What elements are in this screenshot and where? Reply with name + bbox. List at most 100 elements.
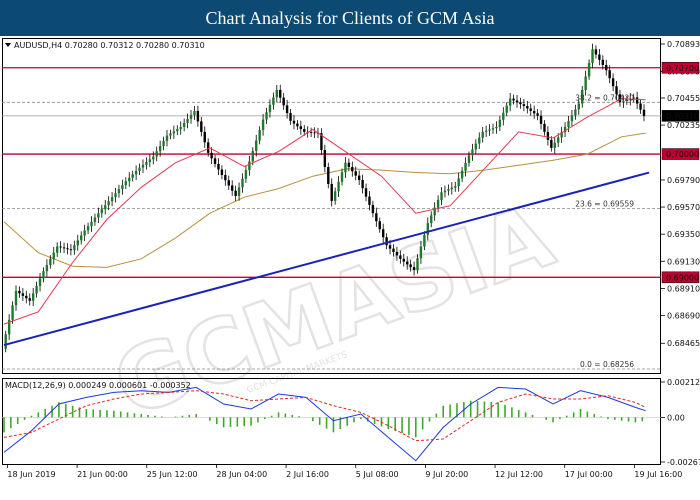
candle-body <box>213 158 217 164</box>
candle-body <box>227 180 230 186</box>
candle-body <box>158 146 162 152</box>
symbol-header: AUDUSD,H4 0.70280 0.70312 0.70280 0.7031… <box>14 41 205 50</box>
current-price-label-text: 0.70310 <box>666 112 699 121</box>
candle-body <box>182 122 186 127</box>
candle-body <box>392 248 395 253</box>
x-tick-label-9: 19 Jul 16:00 <box>634 470 682 479</box>
price-chart[interactable]: GCMASIA GCM CAPITAL MARKETS AUDUSD,H4 0.… <box>0 36 700 500</box>
candle-body <box>97 213 100 218</box>
candle-body <box>502 112 505 120</box>
candle-body <box>508 98 512 106</box>
candle-body <box>347 162 351 167</box>
level-label-2: 0.69000 <box>661 271 700 284</box>
macd-y-tick-label-1: 0.00 <box>667 413 685 422</box>
candle-body <box>402 258 405 262</box>
candle-body <box>484 130 488 132</box>
candle-body <box>608 70 611 79</box>
candle-body <box>574 109 577 116</box>
candle-body <box>409 264 412 268</box>
candle-body <box>639 103 642 110</box>
x-tick-label-3: 28 Jun 04:00 <box>216 470 267 479</box>
candle-body <box>388 245 392 249</box>
x-tick-label-6: 9 Jul 20:00 <box>425 470 468 479</box>
x-tick-label-7: 12 Jul 12:00 <box>495 470 543 479</box>
candle-body <box>128 177 131 182</box>
candle-body <box>86 226 90 231</box>
candle-body <box>505 105 508 113</box>
candle-body <box>488 129 491 131</box>
x-tick-label-1: 21 Jun 00:00 <box>77 470 128 479</box>
candle-body <box>255 140 258 151</box>
candle-body <box>224 175 227 181</box>
candle-body <box>378 221 381 230</box>
candle-body <box>210 152 213 159</box>
candle-body <box>550 139 553 148</box>
candle-body <box>344 162 347 173</box>
y-tick-label-2: 0.70455 <box>667 94 700 103</box>
candle-body <box>368 196 371 205</box>
candle-body <box>220 169 224 176</box>
x-tick-label-8: 17 Jul 00:00 <box>565 470 613 479</box>
candle-body <box>399 255 402 259</box>
candle-body <box>107 201 110 206</box>
candle-body <box>313 132 316 134</box>
candle-body <box>275 89 279 98</box>
candle-body <box>261 119 265 131</box>
fib-label-0: 38.2 = 0.70420 <box>575 93 634 102</box>
macd-y-tick-label-0: 0.002123 <box>667 378 700 387</box>
candle-body <box>45 264 49 272</box>
candle-body <box>601 59 605 66</box>
candle-body <box>203 131 206 143</box>
candle-body <box>570 115 574 122</box>
candle-body <box>309 132 313 133</box>
candle-body <box>296 123 299 127</box>
candle-body <box>124 181 128 186</box>
main-header: AUDUSD,H4 0.70280 0.70312 0.70280 0.7031… <box>5 41 205 50</box>
banner-title: Chart Analysis for Clients of GCM Asia <box>0 0 700 36</box>
candle-body <box>532 110 536 114</box>
candle-body <box>285 105 289 114</box>
candle-body <box>59 246 62 248</box>
candle-body <box>31 293 35 301</box>
candle-body <box>35 285 38 294</box>
macd-header: MACD(12,26,9) 0.000249 0.000601 -0.00035… <box>5 381 191 390</box>
y-tick-label-8: 0.68910 <box>667 284 700 293</box>
candle-body <box>546 131 550 140</box>
candle-body <box>471 149 474 156</box>
candle-body <box>265 112 268 120</box>
candle-body <box>131 174 134 178</box>
candle-body <box>268 104 272 113</box>
candle-body <box>567 121 570 127</box>
candle-body <box>515 100 519 103</box>
candle-body <box>55 246 59 253</box>
level-label-1: 0.70000 <box>661 148 700 160</box>
level-label-2-text: 0.69000 <box>666 273 699 282</box>
candle-body <box>498 119 502 127</box>
candle-body <box>121 185 124 190</box>
candle-body <box>577 103 580 110</box>
candle-body <box>18 290 21 294</box>
candle-body <box>460 170 464 179</box>
candle-body <box>90 221 93 227</box>
y-tick-label-9: 0.68690 <box>667 312 700 321</box>
candle-body <box>258 130 261 141</box>
candle-body <box>83 230 86 236</box>
candle-body <box>467 155 471 163</box>
candle-body <box>148 159 152 163</box>
candle-body <box>323 150 327 167</box>
candle-body <box>145 162 148 165</box>
candle-body <box>416 258 419 270</box>
candle-body <box>557 137 560 143</box>
candle-body <box>138 167 141 172</box>
candle-body <box>481 131 484 138</box>
candle-body <box>110 197 114 202</box>
candle-body <box>234 190 237 196</box>
candle-body <box>179 126 182 130</box>
candle-body <box>395 252 399 256</box>
candle-body <box>289 113 292 121</box>
candle-body <box>248 161 251 171</box>
candle-body <box>351 166 354 172</box>
candle-body <box>543 123 546 132</box>
level-label-0: 0.70700 <box>661 62 700 74</box>
candle-body <box>186 118 189 123</box>
